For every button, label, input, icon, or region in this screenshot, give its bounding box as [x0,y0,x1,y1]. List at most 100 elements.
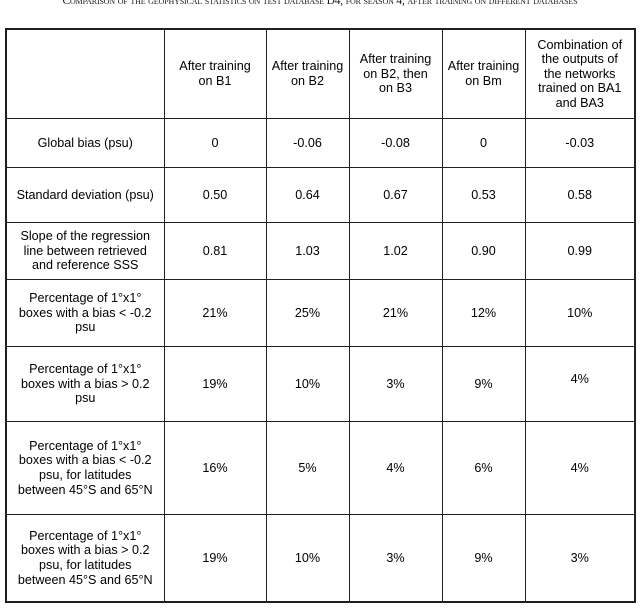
column-header-col-b1: After training on B1 [163,28,267,119]
data-cell: 1.03 [265,222,350,280]
data-cell: 10% [524,279,636,347]
cell-value: 9% [474,550,493,565]
row-header-label: Percentage of 1°x1° boxes with a bias > 0… [21,362,150,406]
column-header-col-b2-then-b3: After training on B2, then on B3 [348,28,443,119]
data-cell: 0.90 [441,222,526,280]
data-cell: 0.50 [163,167,267,223]
table-corner-cell [5,28,165,119]
cell-value: 10% [294,376,321,391]
column-header-col-combination: Combination of the outputs of the networks… [524,28,636,119]
data-cell: 1.02 [348,222,443,280]
row-header-label: Standard deviation (psu) [16,187,154,202]
cell-value: 0.81 [202,243,228,258]
data-cell: 0.99 [524,222,636,280]
row-header-row-pct-bias-above-lat: Percentage of 1°x1° boxes with a bias > 0… [5,514,165,603]
cell-value: 0 [211,135,219,150]
statistics-table: After training on B1 After training on B2 … [5,28,636,603]
data-cell: 0 [163,118,267,168]
row-header-row-slope-regression: Slope of the regression line between retr… [5,222,165,280]
data-cell: 3% [348,346,443,422]
column-header-col-bm: After training on Bm [441,28,526,119]
data-cell: 0.53 [441,167,526,223]
cell-value: 21% [382,305,409,320]
cell-value: 19% [202,550,228,565]
data-cell: 4% [524,346,636,422]
data-cell: 4% [348,421,443,515]
cell-value: 0.90 [471,243,496,258]
row-header-label: Percentage of 1°x1° boxes with a bias < -… [17,438,153,497]
cell-value: 0.67 [383,187,408,202]
cell-value: 0.53 [471,187,496,202]
column-header-label: After training on B2 [271,59,344,88]
column-header-label: Combination of the outputs of the networks… [537,37,623,110]
row-header-row-pct-bias-above: Percentage of 1°x1° boxes with a bias > 0… [5,346,165,422]
data-cell: 6% [441,421,526,515]
table-header-row: After training on B1 After training on B2 … [5,28,636,119]
data-cell: 19% [163,346,267,422]
data-cell: 3% [348,514,443,603]
data-cell: 10% [265,346,350,422]
cell-value: 0 [479,135,487,150]
cell-value: 0.50 [202,187,228,202]
row-header-label: Percentage of 1°x1° boxes with a bias > 0… [17,528,153,587]
cell-value: 9% [474,376,493,391]
data-cell: 9% [441,346,526,422]
data-cell: 0.64 [265,167,350,223]
data-cell: -0.06 [265,118,350,168]
row-header-label: Global bias (psu) [37,135,133,150]
cell-value: 4% [570,371,589,386]
cell-value: 25% [294,305,321,320]
data-cell: 16% [163,421,267,515]
row-header-label: Percentage of 1°x1° boxes with a bias < -… [18,291,152,335]
data-cell: 0.81 [163,222,267,280]
row-header-row-standard-deviation: Standard deviation (psu) [5,167,165,223]
data-cell: 0.67 [348,167,443,223]
cell-value: -0.06 [293,135,322,150]
cell-value: 4% [386,460,405,475]
data-cell: 21% [348,279,443,347]
data-cell: -0.08 [348,118,443,168]
data-cell: 3% [524,514,636,603]
cell-value: -0.03 [565,135,595,150]
data-cell: 5% [265,421,350,515]
cell-value: -0.08 [381,135,410,150]
table-row: Slope of the regression line between retr… [5,222,636,280]
table-corner-label [7,72,164,76]
cell-value: 3% [386,376,405,391]
cell-value: 0.99 [567,243,592,258]
table-caption: Comparison of the geophysical statistics… [62,0,578,7]
cell-value: 1.03 [295,243,320,258]
table-row: Standard deviation (psu) 0.50 0.64 0.67 … [5,167,636,223]
column-header-col-b2: After training on B2 [265,28,350,119]
cell-value: 1.02 [383,243,408,258]
table-body: After training on B1 After training on B2 … [5,28,636,603]
table-row: Global bias (psu) 0 -0.06 -0.08 0 -0.03 [5,118,636,168]
cell-value: 10% [567,305,593,320]
cell-value: 6% [474,460,493,475]
data-cell: 0.58 [524,167,636,223]
data-cell: 12% [441,279,526,347]
table-row: Percentage of 1°x1° boxes with a bias < -… [5,421,636,515]
cell-value: 0.58 [567,187,592,202]
table-row: Percentage of 1°x1° boxes with a bias > 0… [5,346,636,422]
data-cell: 0 [441,118,526,168]
statistics-table-container: After training on B1 After training on B2 … [5,28,636,603]
column-header-label: After training on Bm [447,59,520,88]
table-row: Percentage of 1°x1° boxes with a bias > 0… [5,514,636,603]
row-header-row-global-bias: Global bias (psu) [5,118,165,168]
data-cell: 25% [265,279,350,347]
cell-value: 3% [570,550,589,565]
cell-value: 5% [298,460,317,475]
data-cell: -0.03 [524,118,636,168]
cell-value: 19% [202,376,228,391]
row-header-row-pct-bias-below-lat: Percentage of 1°x1° boxes with a bias < -… [5,421,165,515]
cell-value: 3% [386,550,405,565]
cell-value: 4% [570,460,589,475]
cell-value: 16% [202,460,228,475]
data-cell: 9% [441,514,526,603]
data-cell: 19% [163,514,267,603]
table-caption-container: Comparison of the geophysical statistics… [0,0,640,9]
row-header-row-pct-bias-below: Percentage of 1°x1° boxes with a bias < -… [5,279,165,347]
column-header-label: After training on B1 [179,59,251,88]
data-cell: 21% [163,279,267,347]
